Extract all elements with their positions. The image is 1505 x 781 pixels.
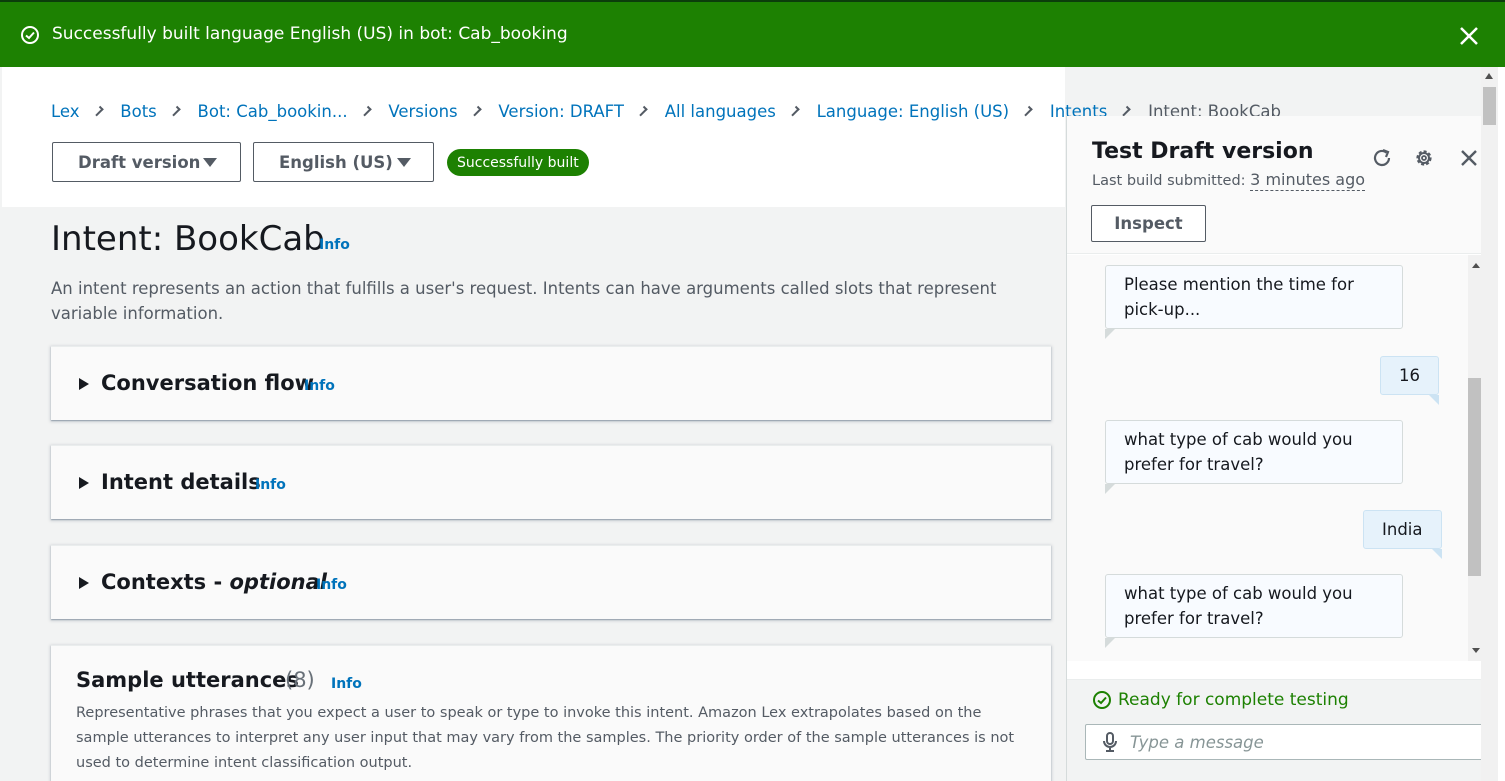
intent-description: An intent represents an action that fulf… — [51, 279, 997, 323]
chevron-right-icon — [1120, 105, 1131, 117]
caret-down-icon — [397, 158, 411, 167]
conversation-flow-section[interactable]: Conversation flow Info — [51, 346, 1051, 420]
build-status-badge: Successfully built — [447, 149, 589, 176]
chat-transcript: Please mention the time for pick-up... 1… — [1067, 255, 1487, 661]
intent-info-link[interactable]: Info — [319, 237, 350, 253]
bot-message: what type of cab would you prefer for tr… — [1105, 574, 1403, 648]
language-dropdown-label: English (US) — [279, 152, 393, 172]
last-build-time[interactable]: 3 minutes ago — [1250, 170, 1366, 191]
version-dropdown[interactable]: Draft version — [52, 142, 241, 182]
ready-status-text: Ready for complete testing — [1118, 690, 1349, 710]
user-message: India — [1363, 510, 1442, 559]
inspect-button[interactable]: Inspect — [1091, 205, 1206, 242]
success-flash-banner: Successfully built language English (US)… — [0, 0, 1505, 67]
section-title[interactable]: Conversation flow — [101, 371, 314, 395]
last-build-info: Last build submitted: 3 minutes ago — [1092, 170, 1366, 191]
breadcrumb-lex[interactable]: Lex — [51, 102, 80, 121]
chevron-right-icon — [470, 105, 482, 117]
breadcrumb-version[interactable]: Version: DRAFT — [498, 102, 624, 121]
chevron-right-icon — [1022, 105, 1033, 117]
breadcrumb-bot[interactable]: Bot: Cab_bookin... — [198, 102, 348, 121]
message-input-box[interactable] — [1085, 724, 1485, 760]
section-title-prefix: Contexts - — [101, 570, 230, 594]
optional-label: optional — [229, 570, 327, 594]
sample-utterances-info-link[interactable]: Info — [331, 676, 362, 692]
intent-details-section[interactable]: Intent details Info — [51, 445, 1051, 519]
sample-utterances-section: Sample utterances (8) Info Representativ… — [51, 645, 1051, 781]
page-scroll-thumb[interactable] — [1483, 87, 1496, 125]
close-icon[interactable] — [1458, 147, 1480, 169]
test-panel-title: Test Draft version — [1092, 139, 1314, 164]
conversation-flow-info-link[interactable]: Info — [304, 378, 335, 394]
test-bot-panel: Test Draft version Last build submitted:… — [1066, 116, 1501, 781]
chevron-right-icon — [360, 105, 372, 117]
scroll-up-icon[interactable] — [1472, 263, 1480, 268]
scroll-up-icon[interactable] — [1485, 73, 1493, 79]
breadcrumb-all-languages[interactable]: All languages — [665, 102, 776, 121]
version-dropdown-label: Draft version — [78, 152, 201, 172]
gear-icon[interactable] — [1413, 147, 1435, 169]
section-title[interactable]: Contexts - optional — [101, 570, 327, 594]
scroll-down-icon[interactable] — [1472, 648, 1480, 653]
bot-message: Please mention the time for pick-up... — [1105, 265, 1403, 339]
test-panel-footer: Ready for complete testing — [1067, 679, 1501, 781]
test-panel-header: Test Draft version Last build submitted:… — [1067, 116, 1501, 254]
last-build-label: Last build submitted: — [1092, 173, 1246, 189]
bot-message: what type of cab would you prefer for tr… — [1105, 420, 1403, 494]
message-input[interactable] — [1130, 732, 1470, 752]
intent-details-info-link[interactable]: Info — [255, 477, 286, 493]
microphone-icon[interactable] — [1102, 732, 1118, 752]
language-dropdown[interactable]: English (US) — [253, 142, 434, 182]
chevron-right-icon — [637, 105, 648, 117]
refresh-icon[interactable] — [1371, 147, 1393, 169]
check-circle-icon — [1093, 691, 1111, 709]
chevron-right-icon — [92, 105, 104, 117]
contexts-info-link[interactable]: Info — [316, 577, 347, 593]
breadcrumb-language[interactable]: Language: English (US) — [817, 102, 1009, 121]
sample-utterances-description: Representative phrases that you expect a… — [76, 705, 1015, 771]
chevron-right-icon — [169, 105, 181, 117]
contexts-section[interactable]: Contexts - optional Info — [51, 545, 1051, 619]
close-icon[interactable] — [1459, 26, 1479, 46]
sample-utterances-count: (8) — [285, 668, 315, 692]
breadcrumb-versions[interactable]: Versions — [388, 102, 457, 121]
page-title: Intent: BookCab — [51, 219, 325, 259]
caret-right-icon — [79, 477, 89, 489]
ready-status: Ready for complete testing — [1092, 690, 1349, 710]
caret-right-icon — [79, 577, 89, 589]
user-message: 16 — [1380, 356, 1439, 405]
window-edge — [1498, 67, 1505, 781]
breadcrumb-bots[interactable]: Bots — [120, 102, 156, 121]
chevron-right-icon — [789, 105, 800, 117]
check-circle-icon — [21, 26, 39, 44]
caret-down-icon — [203, 158, 217, 167]
section-title[interactable]: Intent details — [101, 470, 261, 494]
page-scrollbar[interactable] — [1481, 67, 1498, 781]
flash-message: Successfully built language English (US)… — [52, 24, 568, 44]
sample-utterances-title: Sample utterances — [76, 668, 299, 692]
page-header — [2, 67, 1065, 207]
caret-right-icon — [79, 378, 89, 390]
